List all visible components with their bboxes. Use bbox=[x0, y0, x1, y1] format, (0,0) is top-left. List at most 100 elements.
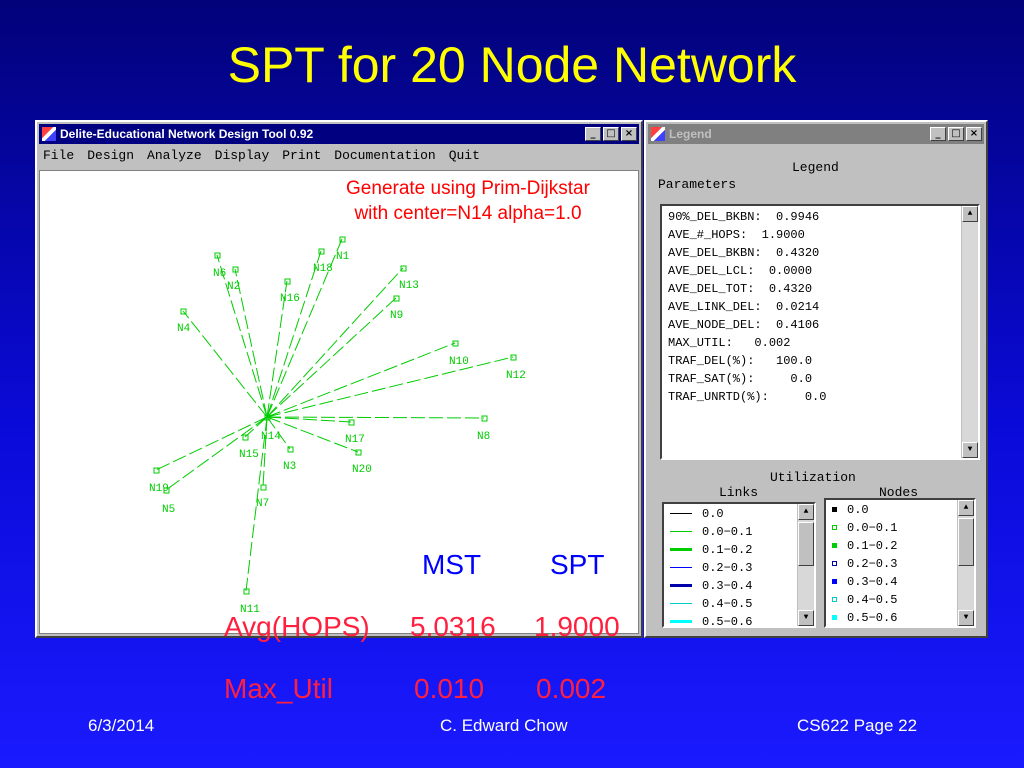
link-range-row[interactable]: 0.2−0.3 bbox=[664, 559, 814, 577]
menu-file[interactable]: File bbox=[43, 148, 74, 166]
node-range-row[interactable]: 0.0 bbox=[826, 501, 974, 519]
links-scroll-thumb[interactable] bbox=[798, 522, 814, 566]
footer-page: CS622 Page 22 bbox=[797, 716, 918, 735]
legend-app-icon bbox=[651, 127, 665, 141]
node-label-n13: N13 bbox=[399, 280, 419, 292]
link-range-row[interactable]: 0.0 bbox=[664, 505, 814, 523]
legend-maximize-button[interactable]: □ bbox=[948, 127, 964, 141]
menu-display[interactable]: Display bbox=[215, 148, 270, 166]
node-label-n12: N12 bbox=[506, 370, 526, 382]
node-label-n6: N6 bbox=[213, 268, 226, 280]
node-swatch bbox=[832, 579, 837, 585]
link-swatch bbox=[670, 513, 692, 515]
link-utilization-list[interactable]: 0.0 0.0−0.1 0.1−0.2 0.2−0.3 0.3−0.4 0.4−0.5 0.… bbox=[662, 502, 816, 631]
parameter-row[interactable]: AVE_DEL_BKBN: 0.4320 bbox=[662, 244, 978, 262]
node-range-row[interactable]: 0.4−0.5 bbox=[826, 591, 974, 609]
link-range-row[interactable]: 0.0−0.1 bbox=[664, 523, 814, 541]
parameters-scrollbar[interactable]: ▲ ▼ bbox=[961, 206, 978, 458]
link-n14-n4 bbox=[182, 310, 268, 418]
parameter-row[interactable]: AVE_NODE_DEL: 0.4106 bbox=[662, 316, 978, 334]
nodes-scroll-down-button[interactable]: ▼ bbox=[958, 610, 974, 626]
parameter-row[interactable]: TRAF_DEL(%): 100.0 bbox=[662, 352, 978, 370]
annotation-line-2: with center=N14 alpha=1.0 bbox=[354, 203, 582, 224]
max-util-spt: 0.002 bbox=[536, 673, 607, 704]
node-n7[interactable] bbox=[260, 484, 267, 491]
parameter-row[interactable]: AVE_DEL_LCL: 0.0000 bbox=[662, 262, 978, 280]
menu-design[interactable]: Design bbox=[87, 148, 134, 166]
nodes-scroll-up-button[interactable]: ▲ bbox=[958, 500, 974, 516]
legend-close-button[interactable]: × bbox=[966, 127, 982, 141]
node-n20[interactable] bbox=[355, 449, 362, 456]
node-range-row[interactable]: 0.5−0.6 bbox=[826, 609, 974, 627]
app-icon bbox=[42, 127, 56, 141]
node-range-row[interactable]: 0.2−0.3 bbox=[826, 555, 974, 573]
node-label-n10: N10 bbox=[449, 356, 469, 368]
node-label-n4: N4 bbox=[177, 323, 191, 335]
node-n15[interactable] bbox=[242, 434, 249, 441]
close-button[interactable]: × bbox=[621, 127, 637, 141]
menu-analyze[interactable]: Analyze bbox=[147, 148, 202, 166]
node-swatch bbox=[832, 597, 837, 603]
link-range-label: 0.3−0.4 bbox=[702, 579, 753, 593]
node-range-label: 0.4−0.5 bbox=[847, 593, 898, 607]
node-label-n17: N17 bbox=[345, 434, 365, 446]
link-swatch bbox=[670, 603, 692, 605]
link-range-row[interactable]: 0.4−0.5 bbox=[664, 595, 814, 613]
node-range-row[interactable]: 0.3−0.4 bbox=[826, 573, 974, 591]
node-label-n19: N19 bbox=[149, 483, 169, 495]
parameter-row[interactable]: MAX_UTIL: 0.002 bbox=[662, 334, 978, 352]
parameter-row[interactable]: AVE_LINK_DEL: 0.0214 bbox=[662, 298, 978, 316]
links-scroll-down-button[interactable]: ▼ bbox=[798, 610, 814, 626]
avg-hops-spt: 1.9000 bbox=[534, 611, 620, 642]
node-range-row[interactable]: 0.0−0.1 bbox=[826, 519, 974, 537]
legend-minimize-button[interactable]: _ bbox=[930, 127, 946, 141]
menu-quit[interactable]: Quit bbox=[449, 148, 480, 166]
links-scrollbar[interactable]: ▲ ▼ bbox=[797, 504, 814, 626]
links-scroll-up-button[interactable]: ▲ bbox=[798, 504, 814, 520]
node-n8[interactable] bbox=[481, 415, 488, 422]
menu-print[interactable]: Print bbox=[282, 148, 321, 166]
legend-titlebar[interactable]: Legend _ □ × bbox=[648, 124, 984, 144]
node-range-label: 0.1−0.2 bbox=[847, 539, 898, 553]
maximize-button[interactable]: □ bbox=[603, 127, 619, 141]
slide-title: SPT for 20 Node Network bbox=[227, 37, 797, 93]
link-range-row[interactable]: 0.3−0.4 bbox=[664, 577, 814, 595]
node-utilization-list[interactable]: 0.0 0.0−0.1 0.1−0.2 0.2−0.3 0.3−0.4 0.4−0.5 0.… bbox=[824, 498, 976, 628]
parameter-row[interactable]: AVE_DEL_TOT: 0.4320 bbox=[662, 280, 978, 298]
node-range-row[interactable]: 0.1−0.2 bbox=[826, 537, 974, 555]
node-n13[interactable] bbox=[400, 265, 407, 272]
nodes-scrollbar[interactable]: ▲ ▼ bbox=[957, 500, 974, 626]
parameter-row[interactable]: TRAF_UNRTD(%): 0.0 bbox=[662, 388, 978, 406]
node-swatch bbox=[832, 543, 837, 549]
parameters-list[interactable]: 90%_DEL_BKBN: 0.9946 AVE_#_HOPS: 1.9000 AV… bbox=[660, 204, 980, 460]
node-label-n18: N18 bbox=[313, 263, 333, 275]
node-label-n5: N5 bbox=[162, 504, 175, 516]
link-range-label: 0.2−0.3 bbox=[702, 561, 753, 575]
network-canvas[interactable]: N1 N2 N3 N4 N5 N6 N7 N8 N9 N10 N11 N12 N13 N14 N15 N16 N… bbox=[39, 170, 639, 634]
parameter-row[interactable]: 90%_DEL_BKBN: 0.9946 bbox=[662, 208, 978, 226]
main-titlebar[interactable]: Delite-Educational Network Design Tool 0… bbox=[39, 124, 639, 144]
parameter-row[interactable]: TRAF_SAT(%): 0.0 bbox=[662, 370, 978, 388]
node-n17[interactable] bbox=[348, 419, 355, 426]
max-util-label: Max_Util bbox=[224, 673, 333, 704]
parameter-row[interactable]: AVE_#_HOPS: 1.9000 bbox=[662, 226, 978, 244]
link-range-label: 0.0−0.1 bbox=[702, 525, 753, 539]
node-range-label: 0.2−0.3 bbox=[847, 557, 898, 571]
main-window-title: Delite-Educational Network Design Tool 0… bbox=[60, 127, 314, 141]
node-n12[interactable] bbox=[510, 354, 517, 361]
legend-window-title: Legend bbox=[669, 127, 712, 141]
node-label-n15: N15 bbox=[239, 449, 259, 461]
link-range-row[interactable]: 0.1−0.2 bbox=[664, 541, 814, 559]
node-n16[interactable] bbox=[284, 278, 291, 285]
max-util-mst: 0.010 bbox=[414, 673, 485, 704]
link-n14-n12 bbox=[266, 356, 514, 418]
link-range-row[interactable]: 0.5−0.6 bbox=[664, 613, 814, 631]
scroll-up-button[interactable]: ▲ bbox=[962, 206, 978, 222]
link-swatch bbox=[670, 584, 692, 588]
legend-window[interactable]: Legend _ □ × Legend Parameters 90%_DEL_B… bbox=[644, 120, 988, 638]
scroll-down-button[interactable]: ▼ bbox=[962, 442, 978, 458]
minimize-button[interactable]: _ bbox=[585, 127, 601, 141]
link-range-label: 0.0 bbox=[702, 507, 724, 521]
menu-documentation[interactable]: Documentation bbox=[334, 148, 435, 166]
nodes-scroll-thumb[interactable] bbox=[958, 518, 974, 566]
